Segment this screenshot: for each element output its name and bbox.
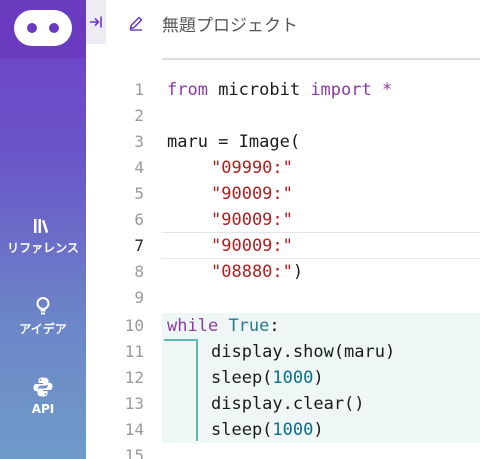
collapse-arrow-icon bbox=[90, 16, 102, 28]
code-line[interactable]: 5 "90009:" bbox=[86, 181, 480, 207]
line-number: 4 bbox=[134, 158, 144, 177]
code-line[interactable]: 12 sleep(1000) bbox=[86, 365, 480, 391]
code-text: "09990:" bbox=[211, 158, 293, 178]
code-line[interactable]: 10 while True: bbox=[86, 313, 480, 339]
sidebar-item-api[interactable]: API bbox=[0, 376, 86, 416]
code-line[interactable]: 1 from microbit import * bbox=[86, 77, 480, 103]
code-editor[interactable]: 1 from microbit import * 2 3 maru = Imag… bbox=[86, 60, 480, 459]
code-line-active[interactable]: 7 "90009:" bbox=[86, 233, 480, 259]
line-number: 5 bbox=[134, 184, 144, 203]
code-line[interactable]: 4 "09990:" bbox=[86, 155, 480, 181]
code-line[interactable]: 3 maru = Image( bbox=[86, 129, 480, 155]
code-line[interactable]: 14 sleep(1000) bbox=[86, 417, 480, 443]
code-text: display.clear() bbox=[211, 394, 365, 414]
line-number: 9 bbox=[134, 288, 144, 307]
line-number: 15 bbox=[124, 446, 144, 459]
sidebar-item-ideas[interactable]: アイデア bbox=[0, 296, 86, 337]
code-line[interactable]: 11 display.show(maru) bbox=[86, 339, 480, 365]
code-line[interactable]: 8 "08880:") bbox=[86, 259, 480, 285]
code-text: while True: bbox=[167, 316, 280, 336]
line-number: 2 bbox=[134, 106, 144, 125]
sidebar: リファレンス アイデア API bbox=[0, 0, 86, 459]
code-line[interactable]: 13 display.clear() bbox=[86, 391, 480, 417]
code-text: "90009:" bbox=[211, 210, 293, 230]
sidebar-item-label: API bbox=[31, 402, 55, 416]
collapse-sidebar-button[interactable] bbox=[86, 0, 106, 44]
code-text: maru = Image( bbox=[167, 132, 301, 152]
code-text: sleep(1000) bbox=[211, 368, 324, 388]
python-icon bbox=[33, 377, 53, 397]
code-line[interactable]: 2 bbox=[86, 103, 480, 129]
line-number: 3 bbox=[134, 132, 144, 151]
books-icon bbox=[34, 219, 49, 234]
code-text: "08880:") bbox=[211, 262, 304, 282]
line-number: 12 bbox=[124, 368, 144, 387]
code-text: "90009:" bbox=[211, 184, 293, 204]
line-number: 1 bbox=[134, 80, 144, 99]
sidebar-item-label: リファレンス bbox=[7, 241, 79, 255]
sidebar-item-label: アイデア bbox=[19, 322, 67, 336]
line-number: 7 bbox=[134, 236, 144, 255]
code-text: from microbit import * bbox=[167, 80, 393, 100]
line-number: 13 bbox=[124, 394, 144, 413]
code-text: display.show(maru) bbox=[211, 342, 396, 362]
code-line[interactable]: 15 bbox=[86, 443, 480, 459]
code-line[interactable]: 9 bbox=[86, 285, 480, 311]
code-text: "90009:" bbox=[211, 236, 293, 256]
logo-area[interactable] bbox=[0, 0, 86, 58]
line-number: 14 bbox=[124, 420, 144, 439]
edit-pencil-icon[interactable] bbox=[128, 15, 144, 31]
lightbulb-icon bbox=[36, 297, 50, 315]
project-title[interactable]: 無題プロジェクト bbox=[162, 11, 298, 36]
microbit-logo-icon bbox=[14, 10, 72, 46]
sidebar-item-reference[interactable]: リファレンス bbox=[0, 217, 86, 256]
code-line[interactable]: 6 "90009:" bbox=[86, 207, 480, 233]
line-number: 10 bbox=[124, 316, 144, 335]
line-number: 8 bbox=[134, 262, 144, 281]
line-number: 11 bbox=[124, 342, 144, 361]
line-number: 6 bbox=[134, 210, 144, 229]
code-text: sleep(1000) bbox=[211, 420, 324, 440]
